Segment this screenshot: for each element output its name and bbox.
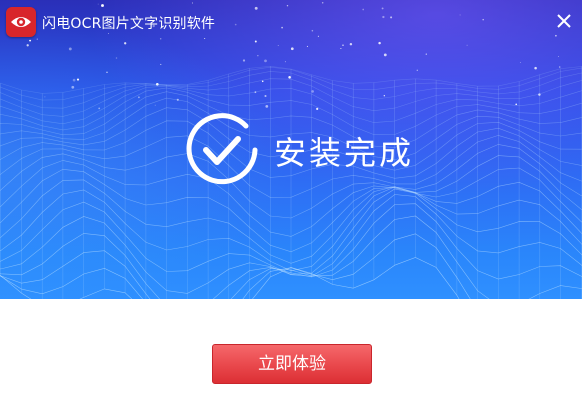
check-circle-icon (186, 113, 258, 185)
try-now-button[interactable]: 立即体验 (212, 344, 372, 384)
close-button[interactable] (553, 10, 575, 32)
window-title: 闪电OCR图片文字识别软件 (42, 16, 216, 32)
status-text: 安装完成 (274, 134, 415, 172)
close-icon (557, 14, 571, 28)
eye-logo-icon (6, 7, 36, 37)
installer-window: 闪电OCR图片文字识别软件 安装完成 立即体验 (0, 0, 582, 403)
title-bar: 闪电OCR图片文字识别软件 (0, 0, 582, 42)
hero-banner: 闪电OCR图片文字识别软件 安装完成 (0, 0, 582, 299)
